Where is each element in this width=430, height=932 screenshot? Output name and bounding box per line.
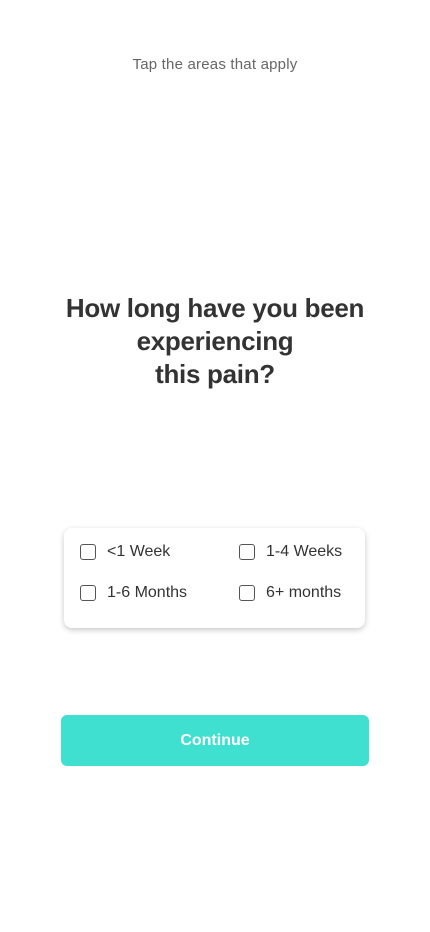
option-label: 1-6 Months (107, 584, 188, 601)
question-line-1: How long have you been (65, 293, 365, 323)
instruction-text: Tap the areas that apply (132, 56, 298, 73)
question-title: How long have you been experiencing this… (0, 292, 430, 391)
checkbox-1-6-months[interactable] (80, 585, 96, 601)
option-1-6-months[interactable]: 1-6 Months (80, 584, 187, 602)
option-label: <1 Week (107, 543, 171, 560)
checkbox-less-than-1-week[interactable] (80, 544, 96, 560)
question-line-3: this pain? (155, 359, 275, 389)
continue-button[interactable]: Continue (61, 715, 369, 766)
option-1-4-weeks[interactable]: 1-4 Weeks (239, 543, 342, 561)
question-line-2: experiencing (136, 326, 294, 356)
option-label: 1-4 Weeks (266, 543, 343, 560)
option-label: 6+ months (266, 584, 342, 601)
option-less-than-1-week[interactable]: <1 Week (80, 543, 170, 561)
checkbox-1-4-weeks[interactable] (239, 544, 255, 560)
checkbox-6-plus-months[interactable] (239, 585, 255, 601)
duration-options-card: <1 Week 1-4 Weeks 1-6 Months 6+ months (64, 528, 365, 628)
option-6-plus-months[interactable]: 6+ months (239, 584, 341, 602)
